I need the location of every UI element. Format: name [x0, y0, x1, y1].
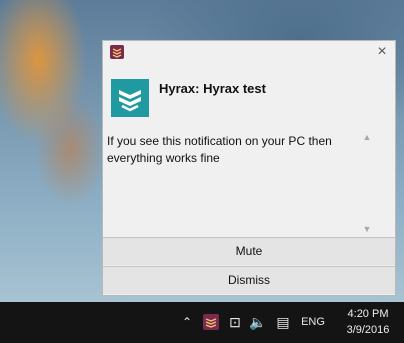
action-center-icon[interactable]: ▤	[274, 313, 292, 331]
clock[interactable]: 4:20 PM 3/9/2016	[338, 306, 398, 338]
scroll-down-icon[interactable]: ▼	[361, 223, 373, 235]
volume-icon[interactable]: 🔈	[249, 313, 267, 331]
network-icon[interactable]: ⊡	[226, 313, 244, 331]
notification-title: Hyrax: Hyrax test	[159, 81, 266, 96]
scrollbar[interactable]: ▲ ▼	[361, 125, 373, 235]
clock-time: 4:20 PM	[347, 308, 389, 320]
taskbar: ⌃ ⊡ 🔈 ▤ ENG 4:20 PM 3/9/2016	[0, 302, 404, 343]
dismiss-button[interactable]: Dismiss	[103, 266, 395, 294]
show-hidden-icons-icon[interactable]: ⌃	[180, 313, 194, 331]
language-indicator[interactable]: ENG	[300, 313, 326, 331]
scroll-up-icon[interactable]: ▲	[361, 131, 373, 143]
notification-message: If you see this notification on your PC …	[107, 134, 332, 165]
mute-button[interactable]: Mute	[103, 237, 395, 265]
hyrax-logo-icon	[111, 79, 149, 117]
clock-date: 3/9/2016	[346, 324, 390, 336]
notification-popup: × Hyrax: Hyrax test If you see this noti…	[102, 40, 396, 296]
notification-body-area: If you see this notification on your PC …	[103, 125, 395, 235]
close-icon[interactable]: ×	[373, 43, 391, 61]
hyrax-tray-icon[interactable]	[203, 314, 219, 330]
hyrax-small-icon	[110, 45, 124, 59]
notification-titlebar: ×	[103, 41, 395, 63]
